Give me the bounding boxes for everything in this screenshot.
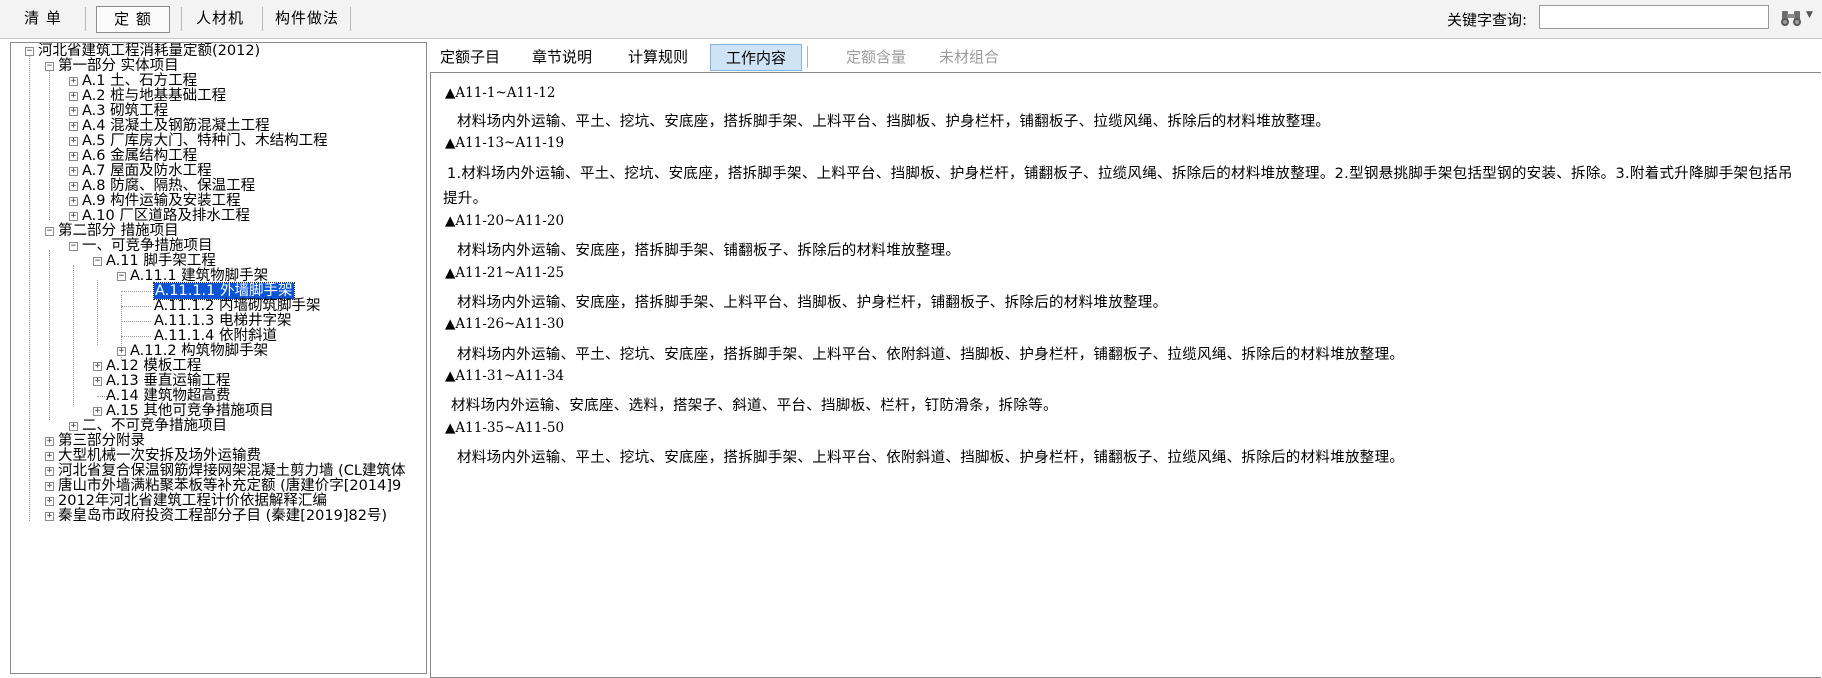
expand-icon[interactable]: + [69,167,78,176]
expand-icon[interactable]: + [93,407,102,416]
section-text: 提升。 [443,191,488,207]
tab-calc-rules[interactable]: 计算规则 [624,44,692,71]
tree-connector [29,55,30,521]
expand-icon[interactable]: + [117,347,126,356]
expand-icon[interactable]: + [69,92,78,101]
section-code: ▲A11-1~A11-12 [445,85,556,101]
tab-chapter-notes[interactable]: 章节说明 [528,44,596,71]
expand-icon[interactable]: + [69,197,78,206]
section-code: ▲A11-26~A11-30 [445,316,565,332]
toolbar-separator [85,7,86,31]
section-code: ▲A11-20~A11-20 [445,213,565,229]
section-text: 材料场内外运输、平土、挖坑、安底座，搭拆脚手架、上料平台、依附斜道、挡脚板、护身… [457,347,1405,363]
collapse-icon[interactable]: − [117,272,126,281]
section-code: ▲A11-31~A11-34 [445,368,565,384]
expand-icon[interactable]: + [69,137,78,146]
expand-icon[interactable]: + [69,77,78,86]
tab-dinge[interactable]: 定 额 [96,6,170,33]
tab-goujianzuofa[interactable]: 构件做法 [271,6,343,31]
collapse-icon[interactable]: − [45,62,54,71]
tree-connector [121,336,151,337]
collapse-icon[interactable]: − [93,257,102,266]
tree-connector [49,70,50,220]
expand-icon[interactable]: + [45,437,54,446]
tab-material-combo: 未材组合 [938,48,999,66]
expand-icon[interactable]: + [45,452,54,461]
detail-panel: 定额子目 章节说明 计算规则 工作内容 定额含量 未材组合 ▲A11-1~A11… [428,42,1822,678]
tab-separator [807,46,808,68]
work-content-area[interactable]: ▲A11-1~A11-12 材料场内外运输、平土、挖坑、安底座，搭拆脚手架、上料… [430,72,1821,678]
expand-icon[interactable]: + [93,362,102,371]
detail-tabbar: 定额子目 章节说明 计算规则 工作内容 定额含量 未材组合 [428,42,1822,72]
quota-tree[interactable]: − 河北省建筑工程消耗量定额(2012) − 第一部分 实体项目 + A.1 土… [10,42,427,674]
section-code: ▲A11-21~A11-25 [445,265,565,281]
tree-connector [49,250,50,420]
tab-work-content[interactable]: 工作内容 [710,44,802,71]
tab-quota-items[interactable]: 定额子目 [436,44,504,71]
expand-icon[interactable]: + [45,467,54,476]
tree-connector [121,321,151,322]
toolbar-separator [181,7,182,31]
section-text: 材料场内外运输、平土、挖坑、安底座，搭拆脚手架、上料平台、挡脚板、护身栏杆，铺翻… [457,114,1331,130]
section-text: 材料场内外运输、安底座，搭拆脚手架、铺翻板子、拆除后的材料堆放整理。 [457,243,961,259]
expand-icon[interactable]: + [45,497,54,506]
tab-qingdan[interactable]: 清 单 [12,6,74,31]
expand-icon[interactable]: + [69,182,78,191]
expand-icon[interactable]: + [69,152,78,161]
tab-quota-content: 定额含量 [845,48,906,66]
expand-icon[interactable]: + [69,122,78,131]
expand-icon[interactable]: + [69,422,78,431]
chevron-down-icon[interactable]: ▼ [1806,10,1813,20]
collapse-icon[interactable]: − [25,47,34,56]
tab-rencaiji[interactable]: 人材机 [190,6,250,31]
main-toolbar: 清 单 定 额 人材机 构件做法 关键字查询: ▼ [0,0,1822,39]
expand-icon[interactable]: + [93,377,102,386]
toolbar-separator [262,7,263,31]
tree-connector [73,265,74,405]
section-text: 材料场内外运输、安底座、选料，搭架子、斜道、平台、挡脚板、栏杆，钉防滑条，拆除等… [451,398,1058,414]
section-text: 材料场内外运输、平土、挖坑、安底座，搭拆脚手架、上料平台、依附斜道、挡脚板、护身… [457,450,1405,466]
keyword-search-label: 关键字查询: [1447,11,1528,29]
tree-node-qinhuangdao[interactable]: 秦皇岛市政府投资工程部分子目 (秦建[2019]82号) [58,508,387,525]
section-code: ▲A11-13~A11-19 [445,135,565,151]
section-text: 1.材料场内外运输、平土、挖坑、安底座，搭拆脚手架、上料平台、挡脚板、护身栏杆，… [447,166,1793,182]
section-code: ▲A11-35~A11-50 [445,420,565,436]
collapse-icon[interactable]: − [45,227,54,236]
expand-icon[interactable]: + [69,212,78,221]
keyword-search-input[interactable] [1539,5,1769,29]
expand-icon[interactable]: + [45,512,54,521]
toolbar-separator [350,7,351,31]
expand-icon[interactable]: + [69,107,78,116]
expand-icon[interactable]: + [45,482,54,491]
tree-connector [97,280,98,345]
collapse-icon[interactable]: − [69,242,78,251]
tree-connector [121,291,151,292]
binoculars-icon[interactable] [1780,8,1802,28]
section-text: 材料场内外运输、安底座，搭拆脚手架、上料平台、挡脚板、护身栏杆，铺翻板子、拆除后… [457,295,1168,311]
tree-connector [121,306,151,307]
